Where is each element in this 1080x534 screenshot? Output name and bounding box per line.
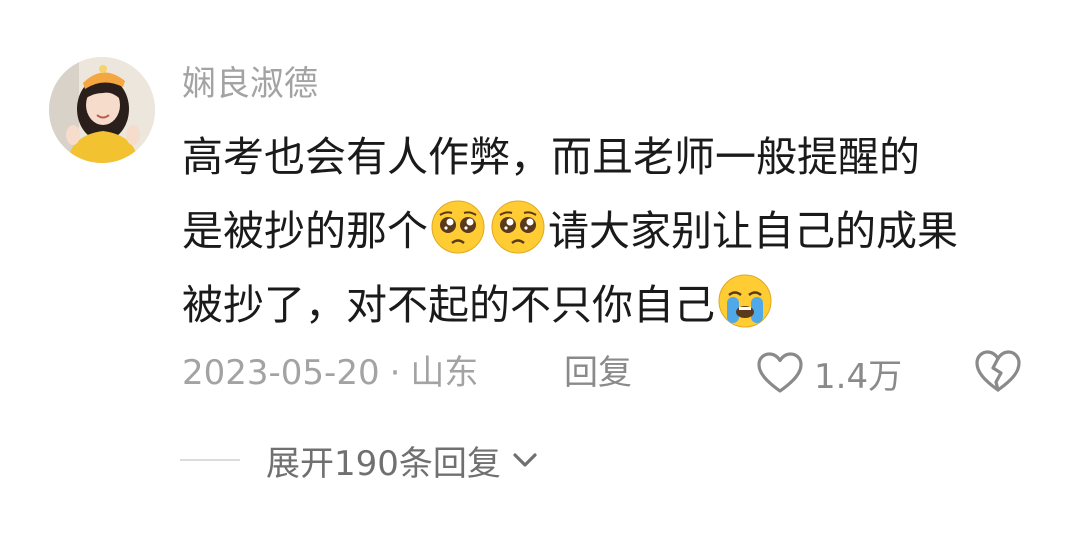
reply-button[interactable]: 回复 [564, 350, 632, 396]
comment-line: 被抄了，对不起的不只你自己 [182, 268, 1062, 342]
loudly-crying-face-emoji [718, 274, 772, 328]
comment-line-text: 请大家别让自己的成果 [548, 207, 958, 255]
like-button[interactable]: 1.4万 [756, 346, 902, 400]
comment-line-text: 是被抄的那个 [182, 207, 428, 255]
comment-location: 山东 [410, 353, 479, 393]
heart-outline-icon [757, 352, 803, 393]
pleading-face-emoji [431, 200, 485, 254]
expand-replies-label: 展开190条回复 [266, 443, 501, 484]
comment-date: 2023-05-20 [182, 353, 380, 393]
like-count: 1.4万 [814, 356, 903, 397]
expand-replies-button[interactable]: 展开190条回复 [180, 436, 541, 484]
username[interactable]: 娴良淑德 [182, 62, 318, 106]
comment-line: 是被抄的那个 请大家别让自己的成果 [182, 194, 1062, 268]
comment-text: 高考也会有人作弊，而且老师一般提醒的 是被抄的那个 请大家别让自己的成果 被抄了… [182, 120, 1062, 342]
dislike-button[interactable] [974, 348, 1022, 398]
broken-heart-icon [975, 350, 1021, 392]
avatar-photo [49, 57, 155, 163]
comment-meta: 2023-05-20 · 山东 [182, 350, 478, 396]
comment-line-text: 被抄了，对不起的不只你自己 [182, 281, 715, 329]
chevron-down-icon [513, 453, 537, 467]
comment-line: 高考也会有人作弊，而且老师一般提醒的 [182, 120, 1062, 194]
meta-separator: · [389, 353, 401, 393]
divider-line [180, 459, 240, 461]
comment-line-text: 高考也会有人作弊，而且老师一般提醒的 [182, 133, 920, 181]
avatar[interactable] [49, 57, 155, 163]
pleading-face-emoji [491, 200, 545, 254]
